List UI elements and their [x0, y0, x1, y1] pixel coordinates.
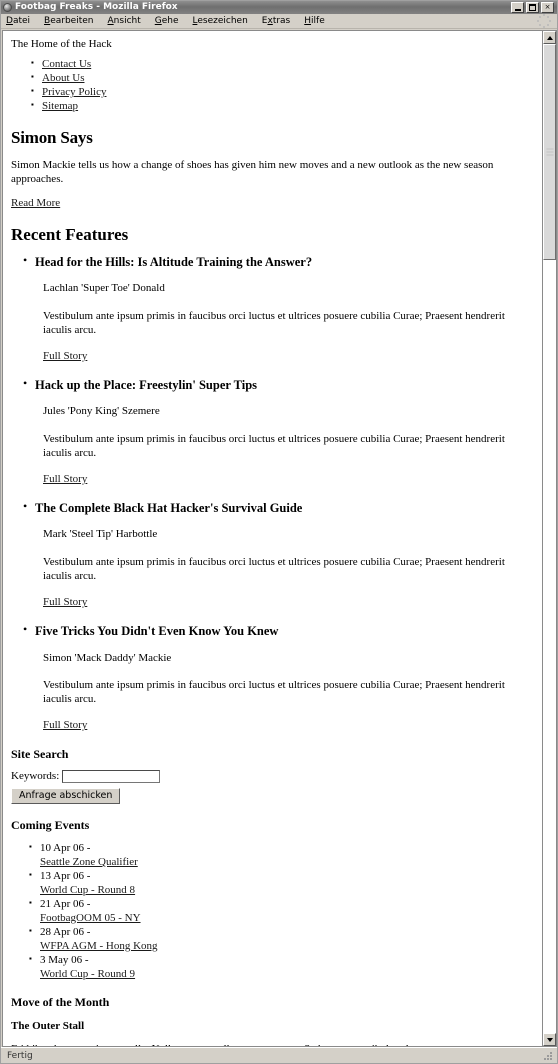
feature-link-wrap: Full Story: [35, 350, 532, 364]
chevron-up-icon: [546, 35, 553, 40]
event-link[interactable]: World Cup - Round 8: [40, 883, 532, 897]
recent-features-heading: Recent Features: [11, 225, 129, 245]
minimize-icon: [514, 8, 521, 11]
site-nav-list: Contact Us About Us Privacy Policy Sitem…: [11, 56, 532, 113]
scrollbar-thumb[interactable]: [543, 44, 556, 260]
menu-ansicht[interactable]: Ansicht: [108, 15, 150, 27]
menu-extras[interactable]: Extras: [262, 15, 299, 27]
browser-viewport: The Home of the Hack Contact Us About Us…: [2, 30, 557, 1047]
list-item: Head for the Hills: Is Altitude Training…: [23, 252, 532, 364]
simon-says-body: Simon Mackie tells us how a change of sh…: [11, 159, 494, 186]
resize-grip-icon[interactable]: [542, 1050, 554, 1062]
search-submit-button[interactable]: Anfrage abschicken: [11, 787, 121, 804]
event-date: 28 Apr 06 -: [40, 925, 91, 938]
site-search-form: Keywords:: [11, 770, 532, 784]
list-item: 21 Apr 06 - FootbagOOM 05 - NY: [29, 896, 532, 925]
window-controls: ×: [511, 2, 554, 13]
scroll-up-button[interactable]: [543, 31, 556, 44]
list-item: The Complete Black Hat Hacker's Survival…: [23, 499, 532, 610]
chevron-down-icon: [546, 1037, 553, 1042]
coming-events-heading: Coming Events: [11, 817, 90, 832]
scrollbar-track[interactable]: [543, 44, 556, 1033]
list-item: 13 Apr 06 - World Cup - Round 8: [29, 868, 532, 897]
list-item: Hack up the Place: Freestylin' Super Tip…: [23, 376, 532, 487]
search-input[interactable]: [62, 770, 161, 784]
menu-bearbeiten[interactable]: Bearbeiten: [44, 15, 102, 27]
feature-author: Lachlan 'Super Toe' Donald: [43, 282, 165, 295]
feature-title: Hack up the Place: Freestylin' Super Tip…: [35, 377, 258, 392]
simon-says-read-more-wrap: Read More: [11, 196, 532, 210]
menu-datei[interactable]: DDateiatei: [6, 15, 39, 27]
list-item: Privacy Policy: [31, 84, 532, 99]
event-date: 10 Apr 06 -: [40, 841, 91, 854]
feature-author: Jules 'Pony King' Szemere: [43, 405, 160, 418]
close-button[interactable]: ×: [541, 2, 554, 13]
list-item: 28 Apr 06 - WFPA AGM - Hong Kong: [29, 924, 532, 953]
maximize-button[interactable]: [526, 2, 539, 13]
recent-features-list: Head for the Hills: Is Altitude Training…: [11, 252, 532, 734]
full-story-link[interactable]: Full Story: [43, 350, 87, 362]
feature-link-wrap: Full Story: [35, 719, 532, 733]
scrollbar-grip-icon: [546, 147, 553, 158]
feature-title: The Complete Black Hat Hacker's Survival…: [35, 500, 303, 515]
nav-link-about-us[interactable]: About Us: [42, 72, 84, 84]
read-more-link[interactable]: Read More: [11, 197, 60, 209]
event-link[interactable]: World Cup - Round 9: [40, 967, 532, 981]
event-date: 13 Apr 06 -: [40, 869, 91, 882]
site-search-heading: Site Search: [11, 747, 69, 761]
full-story-link[interactable]: Full Story: [43, 473, 87, 485]
browser-window: Footbag Freaks - Mozilla Firefox × DDate…: [0, 0, 558, 1064]
feature-link-wrap: Full Story: [35, 596, 532, 610]
nav-link-contact-us[interactable]: Contact Us: [42, 58, 91, 70]
feature-author: Simon 'Mack Daddy' Mackie: [43, 651, 172, 664]
feature-description: Vestibulum ante ipsum primis in faucibus…: [43, 433, 505, 459]
vertical-scrollbar[interactable]: [542, 31, 557, 1046]
feature-author: Mark 'Steel Tip' Harbottle: [43, 528, 158, 541]
menu-lesezeichen[interactable]: Lesezeichen: [193, 15, 257, 27]
page-content: The Home of the Hack Contact Us About Us…: [3, 31, 542, 1046]
full-story-link[interactable]: Full Story: [43, 596, 87, 608]
list-item: About Us: [31, 70, 532, 85]
keywords-label: Keywords:: [11, 770, 60, 782]
status-text: Fertig: [7, 1050, 33, 1061]
list-item: 3 May 06 - World Cup - Round 9: [29, 952, 532, 981]
scroll-down-button[interactable]: [543, 1033, 556, 1046]
move-of-the-month-body: Eti bibendum mauris nec nulla. Nullam cu…: [11, 1042, 532, 1047]
nav-link-privacy-policy[interactable]: Privacy Policy: [42, 86, 106, 98]
menu-hilfe[interactable]: Hilfe: [304, 15, 334, 27]
title-bar: Footbag Freaks - Mozilla Firefox ×: [1, 1, 557, 14]
firefox-icon: [3, 3, 12, 12]
list-item: Contact Us: [31, 56, 532, 71]
throbber-icon: [537, 14, 551, 28]
site-tagline: The Home of the Hack: [11, 38, 112, 50]
menu-gehe[interactable]: Gehe: [155, 15, 188, 27]
window-title: Footbag Freaks - Mozilla Firefox: [15, 2, 178, 12]
event-link[interactable]: WFPA AGM - Hong Kong: [40, 939, 532, 953]
list-item: Five Tricks You Didn't Even Know You Kne…: [23, 622, 532, 733]
close-icon: ×: [544, 3, 551, 11]
status-bar: Fertig: [1, 1047, 557, 1063]
list-item: 10 Apr 06 - Seattle Zone Qualifier: [29, 840, 532, 869]
list-item: Sitemap: [31, 98, 532, 113]
event-link[interactable]: Seattle Zone Qualifier: [40, 855, 532, 869]
feature-description: Vestibulum ante ipsum primis in faucibus…: [43, 309, 505, 336]
feature-description: Vestibulum ante ipsum primis in faucibus…: [43, 679, 505, 706]
menu-bar: DDateiatei Bearbeiten Ansicht Gehe Lesez…: [1, 14, 557, 29]
feature-link-wrap: Full Story: [35, 473, 532, 487]
feature-title: Five Tricks You Didn't Even Know You Kne…: [35, 623, 279, 638]
maximize-icon: [529, 4, 536, 11]
coming-events-list: 10 Apr 06 - Seattle Zone Qualifier 13 Ap…: [11, 840, 532, 981]
feature-title: Head for the Hills: Is Altitude Training…: [35, 254, 313, 269]
move-of-the-month-subheading: The Outer Stall: [11, 1019, 85, 1032]
event-date: 21 Apr 06 -: [40, 897, 91, 910]
event-link[interactable]: FootbagOOM 05 - NY: [40, 911, 532, 925]
simon-says-heading: Simon Says: [11, 128, 93, 147]
full-story-link[interactable]: Full Story: [43, 719, 87, 731]
move-of-the-month-heading: Move of the Month: [11, 994, 110, 1009]
nav-link-sitemap[interactable]: Sitemap: [42, 100, 78, 112]
feature-description: Vestibulum ante ipsum primis in faucibus…: [43, 556, 505, 583]
event-date: 3 May 06 -: [40, 953, 89, 966]
minimize-button[interactable]: [511, 2, 524, 13]
